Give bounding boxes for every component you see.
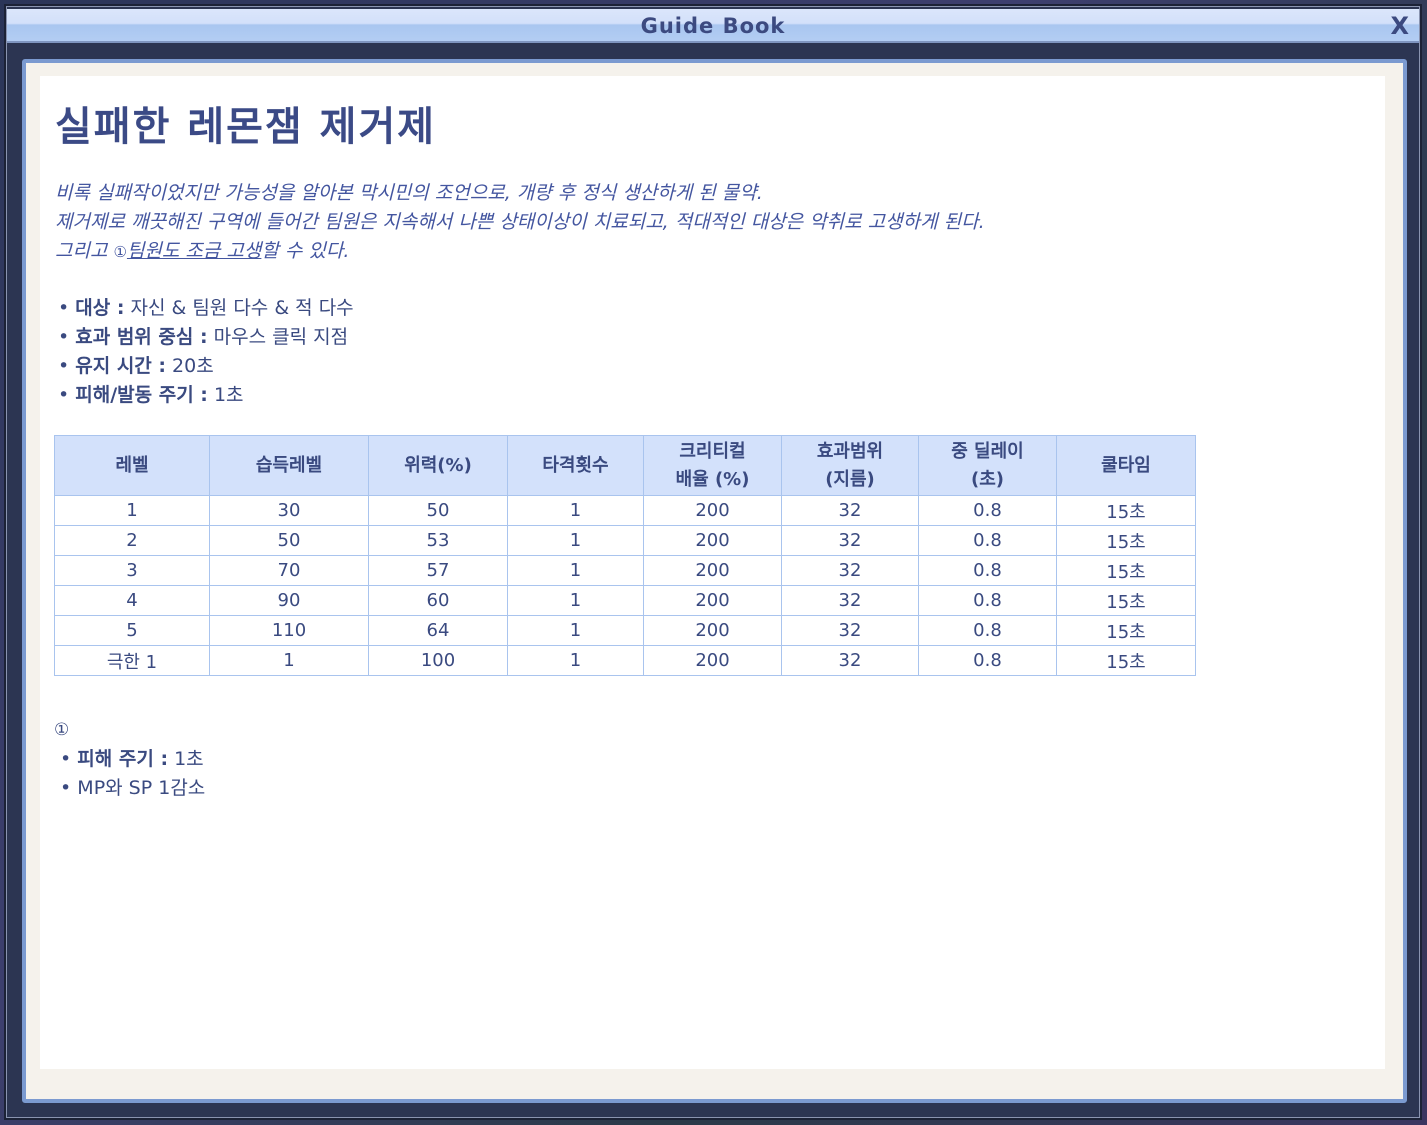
table-row: 2 50 53 1 200 32 0.8 15초 — [54, 525, 1196, 556]
table-cell: 15초 — [1056, 495, 1196, 526]
table-cell: 57 — [368, 555, 508, 586]
table-cell: 64 — [368, 615, 508, 646]
property-label: 대상 : — [75, 297, 125, 319]
table-cell: 15초 — [1056, 645, 1196, 676]
table-cell: 0.8 — [918, 525, 1057, 556]
column-header: 타격횟수 — [507, 435, 644, 496]
table-row: 3 70 57 1 200 32 0.8 15초 — [54, 555, 1196, 586]
table-cell: 0.8 — [918, 585, 1057, 616]
description-text: 할 수 있다. — [261, 240, 350, 262]
table-cell: 32 — [781, 525, 919, 556]
table-cell: 0.8 — [918, 615, 1057, 646]
table-cell: 1 — [209, 645, 369, 676]
table-cell: 50 — [368, 495, 508, 526]
skill-properties: • 대상 : 자신 & 팀원 다수 & 적 다수 • 효과 범위 중심 : 마우… — [58, 294, 354, 410]
table-row: 4 90 60 1 200 32 0.8 15초 — [54, 585, 1196, 616]
column-header: 크리티컬 배율 (%) — [643, 435, 782, 496]
title-bar[interactable]: Guide Book X — [7, 9, 1419, 43]
property-label: 피해/발동 주기 : — [75, 384, 208, 406]
guide-content: 실패한 레몬잼 제거제 비록 실패작이었지만 가능성을 알아본 막시민의 조언으… — [40, 76, 1385, 1069]
table-cell: 3 — [54, 555, 210, 586]
table-row: 1 30 50 1 200 32 0.8 15초 — [54, 495, 1196, 526]
table-cell: 200 — [643, 525, 782, 556]
table-cell: 1 — [507, 555, 644, 586]
property-value: 자신 & 팀원 다수 & 적 다수 — [124, 297, 354, 319]
table-cell: 32 — [781, 615, 919, 646]
window-title: Guide Book — [640, 14, 786, 38]
description-line: 제거제로 깨끗해진 구역에 들어간 팀원은 지속해서 나쁜 상태이상이 치료되고… — [55, 211, 985, 233]
property-label: 유지 시간 : — [75, 355, 166, 377]
footnote-label: 피해 주기 : — [77, 748, 169, 770]
table-cell: 1 — [507, 645, 644, 676]
table-cell: 30 — [209, 495, 369, 526]
table-cell: 1 — [507, 495, 644, 526]
close-icon[interactable]: X — [1390, 12, 1409, 40]
property-item: • 효과 범위 중심 : 마우스 클릭 지점 — [58, 326, 349, 348]
footnote-link[interactable]: 팀원도 조금 고생 — [127, 240, 261, 262]
property-item: • 피해/발동 주기 : 1초 — [58, 384, 244, 406]
property-label: 효과 범위 중심 : — [75, 326, 208, 348]
table-row: 5 110 64 1 200 32 0.8 15초 — [54, 615, 1196, 646]
table-cell: 5 — [54, 615, 210, 646]
table-cell: 1 — [507, 615, 644, 646]
column-header: 효과범위 (지름) — [781, 435, 919, 496]
table-cell: 32 — [781, 645, 919, 676]
table-cell: 32 — [781, 555, 919, 586]
table-cell: 0.8 — [918, 555, 1057, 586]
footnote-item: • 피해 주기 : 1초 — [54, 748, 204, 770]
table-cell: 0.8 — [918, 645, 1057, 676]
table-cell: 200 — [643, 585, 782, 616]
guide-book-window: Guide Book X 실패한 레몬잼 제거제 비록 실패작이었지만 가능성을… — [6, 6, 1420, 1118]
table-cell: 극한 1 — [54, 645, 210, 676]
column-header: 레벨 — [54, 435, 210, 496]
table-header-row: 레벨 습득레벨 위력(%) 타격횟수 크리티컬 배율 (%) 효과범위 (지름) 중 딜레이… — [54, 435, 1196, 496]
table-cell: 15초 — [1056, 555, 1196, 586]
table-cell: 200 — [643, 495, 782, 526]
description-line: 비록 실패작이었지만 가능성을 알아본 막시민의 조언으로, 개량 후 정식 생… — [55, 182, 763, 204]
property-value: 1초 — [207, 384, 244, 406]
column-header: 위력(%) — [368, 435, 508, 496]
table-cell: 200 — [643, 615, 782, 646]
table-cell: 1 — [507, 525, 644, 556]
table-cell: 4 — [54, 585, 210, 616]
table-cell: 200 — [643, 555, 782, 586]
footnote-item: • MP와 SP 1감소 — [54, 777, 206, 799]
property-value: 20초 — [166, 355, 214, 377]
skill-level-table: 레벨 습득레벨 위력(%) 타격횟수 크리티컬 배율 (%) 효과범위 (지름) 중 딜레이… — [54, 435, 1196, 676]
table-cell: 1 — [507, 585, 644, 616]
footnote-value: MP와 SP 1감소 — [77, 777, 206, 799]
property-value: 마우스 클릭 지점 — [207, 326, 349, 348]
table-cell: 110 — [209, 615, 369, 646]
column-header: 쿨타임 — [1056, 435, 1196, 496]
table-cell: 2 — [54, 525, 210, 556]
footnote-marker: ① — [113, 243, 127, 261]
table-cell: 200 — [643, 645, 782, 676]
description-text: 그리고 — [55, 240, 114, 262]
table-cell: 15초 — [1056, 525, 1196, 556]
table-cell: 60 — [368, 585, 508, 616]
table-cell: 100 — [368, 645, 508, 676]
footnote-value: 1초 — [168, 748, 204, 770]
footnote-marker: ① — [54, 720, 70, 740]
table-cell: 90 — [209, 585, 369, 616]
column-header: 습득레벨 — [209, 435, 369, 496]
table-cell: 32 — [781, 495, 919, 526]
table-cell: 50 — [209, 525, 369, 556]
footnotes: ① • 피해 주기 : 1초 • MP와 SP 1감소 — [54, 716, 205, 803]
table-cell: 1 — [54, 495, 210, 526]
column-header: 중 딜레이 (초) — [918, 435, 1057, 496]
table-cell: 70 — [209, 555, 369, 586]
description-line: 그리고 ①팀원도 조금 고생할 수 있다. — [55, 237, 985, 267]
table-cell: 32 — [781, 585, 919, 616]
page-title: 실패한 레몬잼 제거제 — [55, 104, 437, 150]
table-row: 극한 1 1 100 1 200 32 0.8 15초 — [54, 645, 1196, 676]
description: 비록 실패작이었지만 가능성을 알아본 막시민의 조언으로, 개량 후 정식 생… — [55, 179, 985, 267]
property-item: • 유지 시간 : 20초 — [58, 355, 214, 377]
table-cell: 53 — [368, 525, 508, 556]
content-panel: 실패한 레몬잼 제거제 비록 실패작이었지만 가능성을 알아본 막시민의 조언으… — [22, 59, 1407, 1103]
table-cell: 0.8 — [918, 495, 1057, 526]
table-cell: 15초 — [1056, 585, 1196, 616]
table-cell: 15초 — [1056, 615, 1196, 646]
property-item: • 대상 : 자신 & 팀원 다수 & 적 다수 — [58, 297, 354, 319]
